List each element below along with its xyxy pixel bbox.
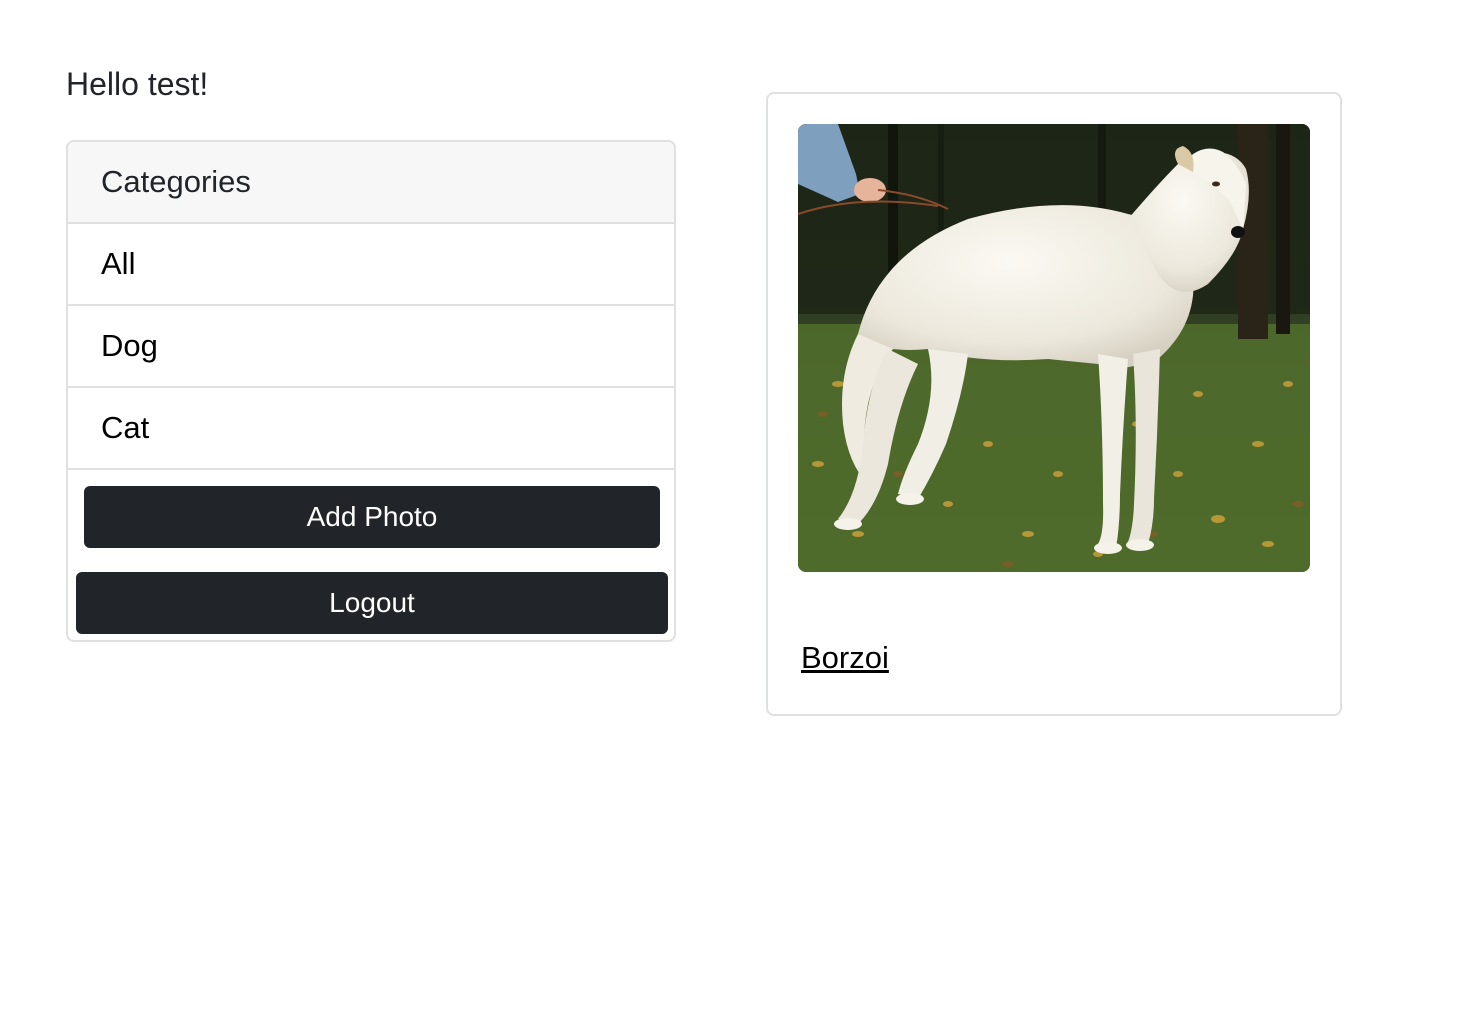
category-item-cat[interactable]: Cat: [68, 388, 674, 470]
photo-card: Borzoi: [766, 92, 1342, 716]
categories-card: Categories All Dog Cat Add Photo Logout: [66, 140, 676, 642]
category-item-all[interactable]: All: [68, 224, 674, 306]
categories-header: Categories: [68, 142, 674, 224]
borzoi-photo[interactable]: [798, 124, 1310, 572]
logout-button[interactable]: Logout: [76, 572, 668, 634]
greeting-text: Hello test!: [66, 66, 209, 102]
add-photo-button[interactable]: Add Photo: [84, 486, 660, 548]
photo-title-link[interactable]: Borzoi: [801, 640, 889, 676]
category-item-dog[interactable]: Dog: [68, 306, 674, 388]
